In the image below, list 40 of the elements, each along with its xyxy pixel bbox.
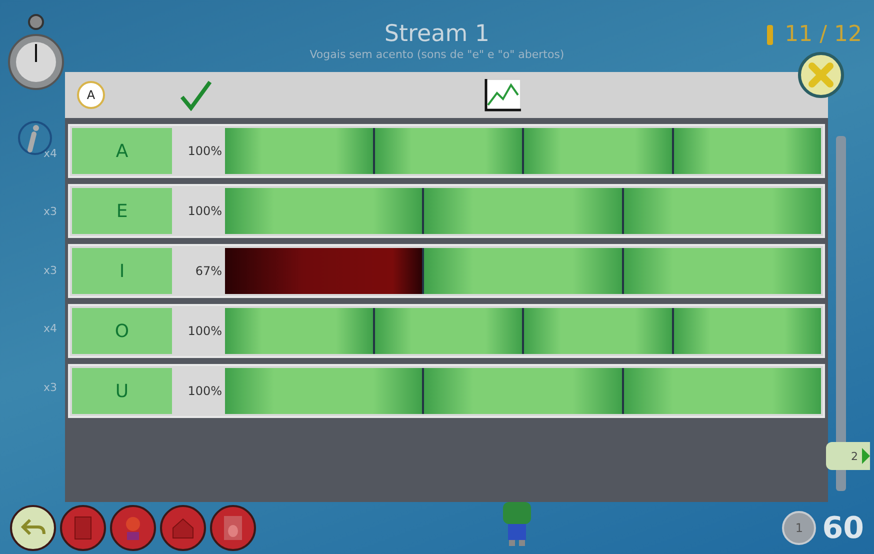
checkmark-icon xyxy=(179,79,213,111)
back-button[interactable] xyxy=(10,505,56,551)
scrollbar[interactable] xyxy=(836,136,846,491)
card-icon xyxy=(74,516,92,540)
pencil-icon xyxy=(766,24,773,44)
multiplier-label: x4 xyxy=(43,146,57,162)
letter-cell: I xyxy=(72,248,172,294)
house-button[interactable] xyxy=(160,505,206,551)
percent-label: 100% xyxy=(186,143,223,160)
percent-label: 100% xyxy=(186,383,223,400)
character-button[interactable] xyxy=(110,505,156,551)
multiplier-label: x3 xyxy=(43,262,57,279)
letter-cell: U xyxy=(72,368,172,414)
card-button[interactable] xyxy=(60,505,106,551)
progress-counter: 11 / 12 xyxy=(784,22,862,47)
letter-badge: A xyxy=(77,81,105,109)
percent-label: 100% xyxy=(186,203,223,220)
percent-label: 67% xyxy=(194,263,223,280)
pear-button[interactable] xyxy=(210,505,256,551)
play-arrow-icon xyxy=(862,448,870,464)
close-icon xyxy=(806,60,836,90)
stream-title: Stream 1 xyxy=(384,20,490,48)
pear-card-icon xyxy=(223,515,243,541)
letter-cell: O xyxy=(72,308,172,354)
letter-cell: E xyxy=(72,188,172,234)
letter-cell: A xyxy=(72,128,172,174)
coin-icon: 1 xyxy=(782,511,816,545)
stopwatch-icon xyxy=(7,12,65,92)
page-number: 2 xyxy=(851,450,858,462)
multiplier-label: x3 xyxy=(43,380,57,396)
house-icon xyxy=(171,517,195,539)
stream-subtitle: Vogais sem acento (sons de "e" e "o" abertos) xyxy=(310,48,564,62)
multiplier-label: x4 xyxy=(43,321,57,338)
score-value: 60 xyxy=(822,510,864,546)
percent-label: 100% xyxy=(186,323,223,340)
back-arrow-icon xyxy=(20,518,46,538)
close-button[interactable] xyxy=(798,52,844,98)
multiplier-label: x3 xyxy=(43,204,57,220)
page-tab[interactable]: 2 xyxy=(826,442,870,470)
line-chart-icon xyxy=(483,77,523,113)
